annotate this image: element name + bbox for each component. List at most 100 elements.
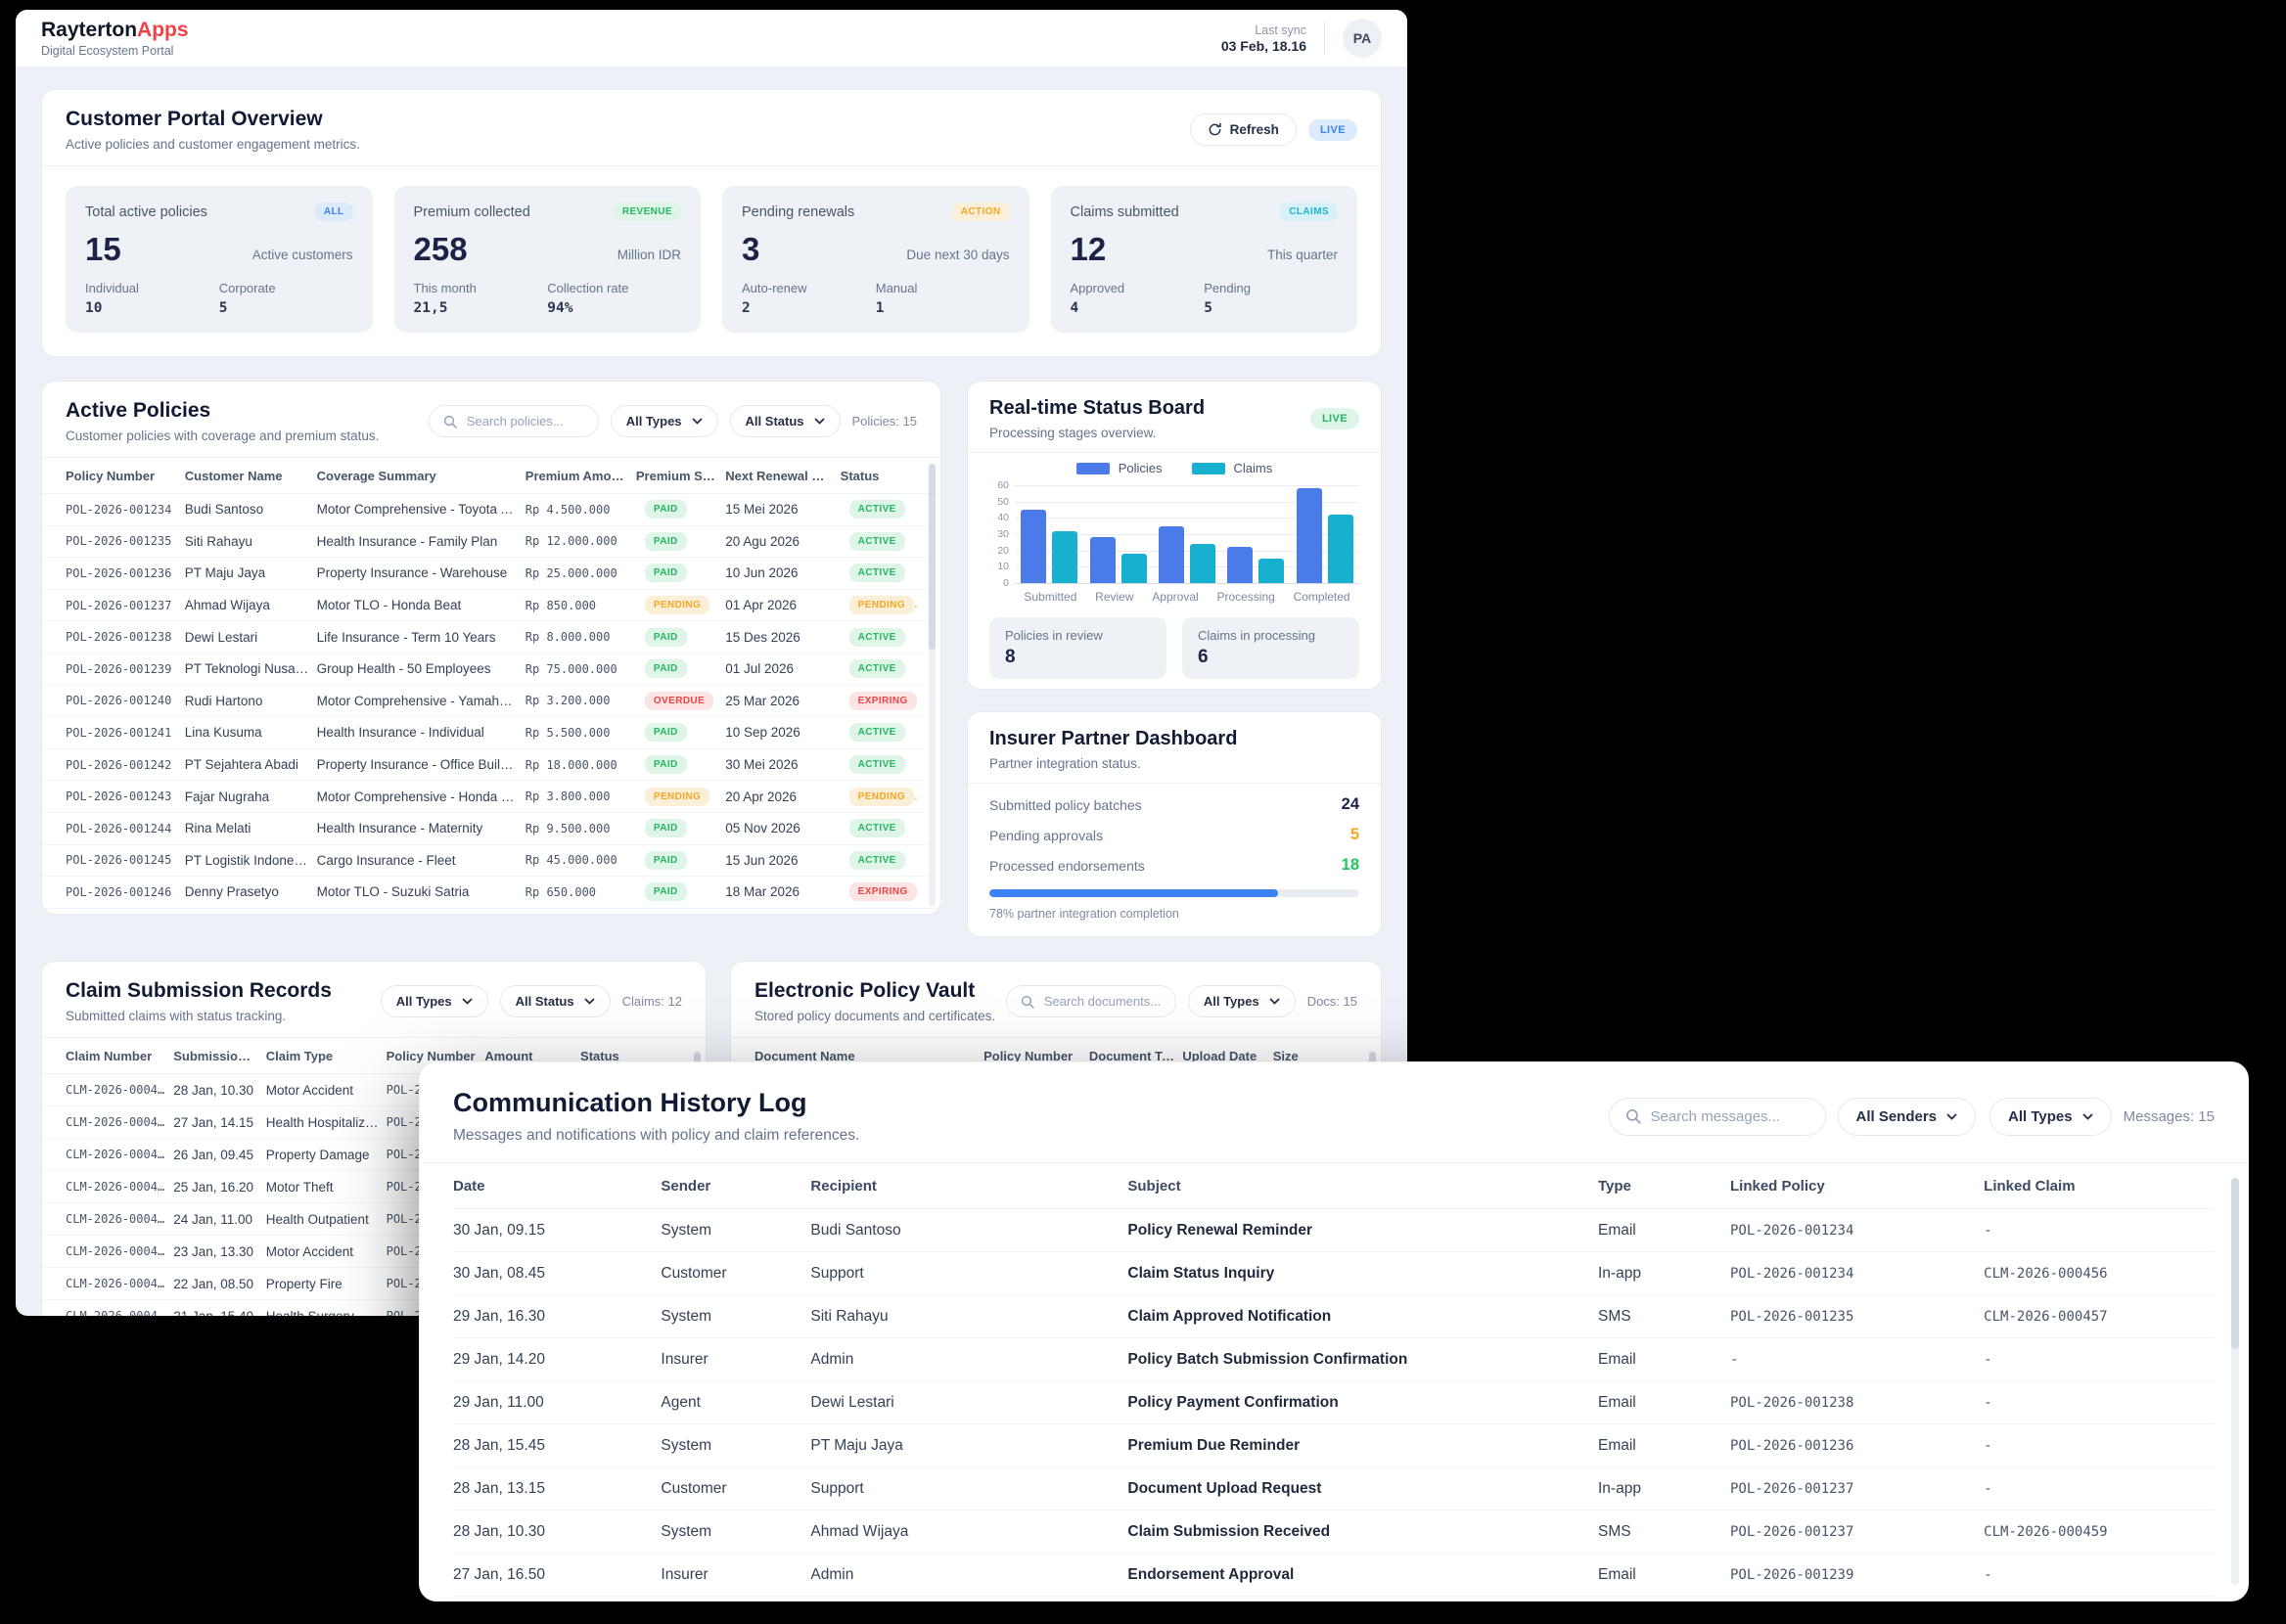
filter-select[interactable]: All Types (381, 985, 488, 1017)
comm-scrollbar[interactable] (2231, 1178, 2239, 1585)
column-header: Recipient (810, 1178, 1127, 1195)
section-title: Real-time Status Board (989, 397, 1205, 420)
filter-select[interactable]: All Senders (1838, 1098, 1977, 1136)
avatar[interactable]: PA (1343, 19, 1382, 58)
table-row[interactable]: POL-2026-001237Ahmad WijayaMotor TLO - H… (42, 590, 940, 622)
table-row[interactable]: POL-2026-001239PT Teknologi NusantaraGro… (42, 654, 940, 686)
table-row[interactable]: POL-2026-001241Lina KusumaHealth Insuran… (42, 717, 940, 749)
table-row[interactable]: POL-2026-001244Rina MelatiHealth Insuran… (42, 813, 940, 845)
page-subtitle: Active policies and customer engagement … (66, 137, 360, 152)
table-row[interactable]: POL-2026-001245PT Logistik IndonesiaCarg… (42, 845, 940, 878)
search-icon (1021, 995, 1034, 1009)
filter-select[interactable]: All Status (500, 985, 611, 1017)
chart-legend: PoliciesClaims (989, 461, 1359, 475)
axis-tick-label: 10 (997, 561, 1009, 572)
status-badge: EXPIRING (849, 692, 917, 710)
table-row[interactable]: POL-2026-001247Wulan SariLife Insurance … (42, 909, 940, 915)
metric-value: 15 (85, 233, 121, 265)
chevron-down-icon (1269, 998, 1280, 1005)
table-row[interactable]: 27 Jan, 16.50InsurerAdminEndorsement App… (453, 1554, 2215, 1597)
table-row[interactable]: 29 Jan, 16.30SystemSiti RahayuClaim Appr… (453, 1295, 2215, 1338)
filter-select-value: All Types (2008, 1108, 2073, 1125)
status-badge: ACTIVE (849, 755, 905, 774)
comm-search-input[interactable] (1649, 1107, 1809, 1126)
table-header-row: DateSenderRecipientSubjectTypeLinked Pol… (453, 1163, 2215, 1209)
app-logo: RaytertonApps (41, 19, 189, 41)
section-subtitle: Submitted claims with status tracking. (66, 1009, 332, 1023)
integration-progress-bar (989, 889, 1359, 897)
metric-substat: Corporate5 (219, 281, 353, 316)
column-header: Type (1598, 1178, 1730, 1195)
filter-select-value: All Types (626, 414, 682, 429)
status-badge: PAID (645, 851, 687, 870)
column-header: Status (841, 469, 917, 483)
policies-table: Policy NumberCustomer NameCoverage Summa… (42, 458, 940, 915)
table-row[interactable]: POL-2026-001234Budi SantosoMotor Compreh… (42, 494, 940, 526)
filter-select[interactable]: All Types (611, 405, 718, 437)
table-row[interactable]: POL-2026-001243Fajar NugrahaMotor Compre… (42, 781, 940, 813)
policies-scrollbar[interactable] (929, 464, 936, 906)
status-badge: ACTIVE (849, 532, 905, 551)
status-badge: PAID (645, 723, 687, 742)
vault-count: Docs: 15 (1307, 994, 1357, 1009)
refresh-button[interactable]: Refresh (1190, 113, 1297, 146)
axis-tick-label: 40 (997, 512, 1009, 523)
policies-search-input[interactable] (465, 413, 584, 429)
bar-policies-review (1090, 537, 1116, 583)
bar-claims-processing (1258, 559, 1284, 583)
filter-select[interactable]: All Types (1188, 985, 1296, 1017)
claims-count: Claims: 12 (622, 994, 682, 1009)
column-header: Submission Date (173, 1049, 266, 1063)
policies-count: Policies: 15 (852, 414, 917, 429)
filter-select[interactable]: All Status (730, 405, 841, 437)
table-row[interactable]: POL-2026-001246Denny PrasetyoMotor TLO -… (42, 877, 940, 909)
table-row[interactable]: 29 Jan, 11.00AgentDewi LestariPolicy Pay… (453, 1381, 2215, 1424)
filter-select-value: All Types (1204, 994, 1259, 1009)
metric-card: Total active policiesALL15Active custome… (66, 186, 373, 333)
table-row[interactable]: 28 Jan, 13.15CustomerSupportDocument Upl… (453, 1467, 2215, 1511)
status-badge: PENDING (849, 596, 914, 614)
claims-filters: All Types All Status (381, 985, 611, 1017)
app-subtitle: Digital Ecosystem Portal (41, 44, 189, 58)
status-badge: ACTIVE (849, 628, 905, 647)
section-subtitle: Messages and notifications with policy a… (453, 1127, 859, 1145)
status-stat-box: Claims in processing6 (1182, 617, 1359, 679)
bar-claims-review (1121, 554, 1147, 583)
table-row[interactable]: POL-2026-001235Siti RahayuHealth Insuran… (42, 526, 940, 559)
status-badge: ACTIVE (849, 723, 905, 742)
metric-substat: Collection rate94% (547, 281, 681, 316)
status-badge: PAID (645, 500, 687, 519)
filter-select-value: All Status (746, 414, 804, 429)
metric-substat: This month21,5 (414, 281, 548, 316)
bar-group-completed (1297, 485, 1353, 583)
table-row[interactable]: 29 Jan, 14.20InsurerAdminPolicy Batch Su… (453, 1338, 2215, 1381)
legend-swatch (1076, 463, 1110, 474)
active-policies-header: Active Policies Customer policies with c… (42, 382, 940, 458)
chart-x-labels: SubmittedReviewApprovalProcessingComplet… (1015, 590, 1359, 604)
table-row[interactable]: POL-2026-001236PT Maju JayaProperty Insu… (42, 558, 940, 590)
table-row[interactable]: POL-2026-001238Dewi LestariLife Insuranc… (42, 621, 940, 654)
filter-select[interactable]: All Types (1989, 1098, 2112, 1136)
status-badge: PENDING (849, 788, 914, 806)
live-badge: LIVE (1308, 119, 1357, 141)
axis-tick-label: 60 (997, 479, 1009, 491)
partner-metric-row: Processed endorsements18 (989, 850, 1359, 880)
chart-y-axis: 0102030405060 (989, 485, 1015, 583)
status-badge: PAID (645, 882, 687, 901)
metric-note: Active customers (252, 248, 353, 265)
table-row[interactable]: 30 Jan, 09.15SystemBudi SantosoPolicy Re… (453, 1209, 2215, 1252)
bar-group-approval (1159, 485, 1215, 583)
policies-search-box (429, 405, 599, 437)
section-title: Insurer Partner Dashboard (989, 728, 1237, 750)
table-row[interactable]: 28 Jan, 15.45SystemPT Maju JayaPremium D… (453, 1424, 2215, 1467)
table-row[interactable]: POL-2026-001242PT Sejahtera AbadiPropert… (42, 749, 940, 782)
table-row[interactable]: 28 Jan, 10.30SystemAhmad WijayaClaim Sub… (453, 1511, 2215, 1554)
metric-note: This quarter (1267, 248, 1338, 265)
table-row[interactable]: POL-2026-001240Rudi HartonoMotor Compreh… (42, 686, 940, 718)
status-badge: PENDING (645, 788, 709, 806)
header-divider (1324, 22, 1325, 55)
table-row[interactable]: 30 Jan, 08.45CustomerSupportClaim Status… (453, 1252, 2215, 1295)
status-badge: PAID (645, 755, 687, 774)
column-header: Claim Type (266, 1049, 387, 1063)
vault-search-input[interactable] (1042, 993, 1162, 1010)
